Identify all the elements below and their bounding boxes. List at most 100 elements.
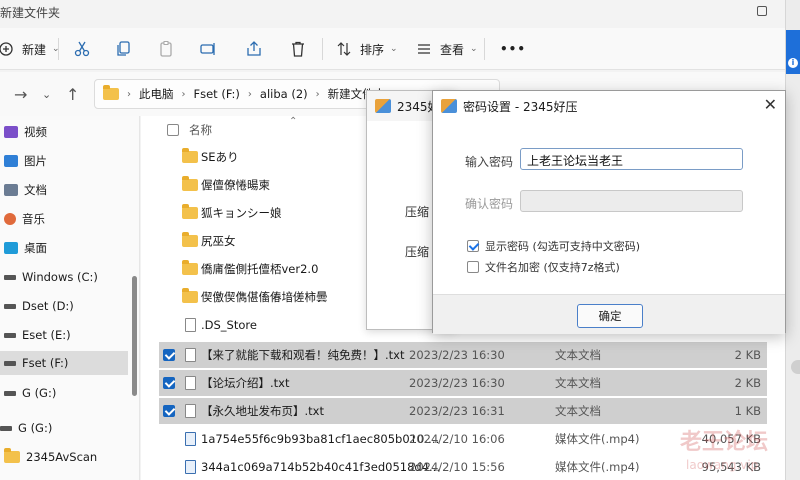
chevron-down-icon: ⌄ xyxy=(470,44,478,54)
text-file-icon xyxy=(184,404,196,418)
video-icon xyxy=(4,126,18,138)
paste-button[interactable] xyxy=(156,36,176,62)
chevron-down-icon[interactable]: ⌄ xyxy=(42,88,51,101)
row-checkbox[interactable] xyxy=(163,377,175,389)
new-button[interactable]: 新建 ⌄ xyxy=(0,36,60,62)
sidebar-item-label: Eset (E:) xyxy=(22,328,71,342)
share-button[interactable] xyxy=(244,36,264,62)
chevron-right-icon: › xyxy=(127,88,131,100)
cut-button[interactable] xyxy=(72,36,92,62)
watermark: 老王论坛 xyxy=(680,430,769,455)
row-checkbox[interactable] xyxy=(163,349,175,361)
sidebar-item-desktop[interactable]: 桌面 xyxy=(0,236,128,260)
sidebar-item-drive-g2[interactable]: G (G:) xyxy=(0,416,128,440)
row-checkbox[interactable] xyxy=(163,405,175,417)
close-icon[interactable]: ✕ xyxy=(764,95,777,114)
encrypt-filenames-option[interactable]: 文件名加密 (仅支持7z格式) xyxy=(467,259,620,275)
encrypt-filenames-checkbox[interactable] xyxy=(467,261,479,273)
file-date: 2023/2/23 16:30 xyxy=(409,376,505,390)
folder-icon xyxy=(182,232,198,247)
video-file-icon xyxy=(184,460,196,474)
view-button[interactable]: 查看 ⌄ xyxy=(414,36,478,62)
sidebar-item-drive-f[interactable]: Fset (F:) xyxy=(0,351,128,375)
file-date: 2024/2/10 15:56 xyxy=(409,460,505,474)
copy-button[interactable] xyxy=(114,36,134,62)
file-date: 2023/2/23 16:31 xyxy=(409,404,505,418)
file-type: 文本文档 xyxy=(555,404,601,418)
sidebar-item-label: G (G:) xyxy=(22,386,57,400)
sidebar-item-label: 音乐 xyxy=(22,212,45,226)
confirm-password-input[interactable] xyxy=(520,190,743,212)
encrypt-filenames-label: 文件名加密 (仅支持7z格式) xyxy=(485,261,620,274)
sidebar-item-pictures[interactable]: 图片 xyxy=(0,149,128,173)
sidebar-item-label: 桌面 xyxy=(24,241,47,255)
folder-icon xyxy=(182,204,198,219)
ok-button[interactable]: 确定 xyxy=(577,304,643,328)
sidebar-item-drive-c[interactable]: Windows (C:) xyxy=(0,265,128,289)
breadcrumb-item[interactable]: aliba (2) xyxy=(260,87,308,101)
command-bar: 新建 ⌄ 排序 ⌄ 查看 ⌄ ••• xyxy=(0,28,785,70)
folder-icon xyxy=(182,176,198,191)
side-handle[interactable] xyxy=(791,360,800,374)
file-name: 344a1c069a714b52b40c41f3ed0518d4... xyxy=(201,460,440,474)
forward-arrow-icon[interactable]: → xyxy=(14,85,27,104)
sidebar-item-videos[interactable]: 视频 xyxy=(0,120,128,144)
up-arrow-icon[interactable]: ↑ xyxy=(66,85,79,104)
show-password-option[interactable]: 显示密码 (勾选可支持中文密码) xyxy=(467,238,640,254)
plus-circle-icon xyxy=(0,39,16,59)
list-item[interactable]: 【永久地址发布页】.txt 2023/2/23 16:31 文本文档 1 KB xyxy=(159,398,767,424)
sort-chevron-icon: ⌃ xyxy=(289,116,298,127)
text-file-icon xyxy=(184,348,196,362)
column-header-name[interactable]: 名称 xyxy=(167,122,212,138)
sidebar-item-drive-e[interactable]: Eset (E:) xyxy=(0,323,128,347)
title-bar: 新建文件夹 xyxy=(0,0,800,26)
password-input[interactable]: 上老王论坛当老王 xyxy=(520,148,743,170)
show-password-checkbox[interactable] xyxy=(467,240,479,252)
pictures-icon xyxy=(4,155,18,167)
file-icon xyxy=(184,318,196,332)
list-item[interactable]: 1a754e55f6c9b93ba81cf1aec805b010.m... 20… xyxy=(159,426,767,452)
sidebar-item-documents[interactable]: 文档 xyxy=(0,178,128,202)
sidebar-item-drive-d[interactable]: Dset (D:) xyxy=(0,294,128,318)
file-name: 【永久地址发布页】.txt xyxy=(201,404,324,418)
view-list-icon xyxy=(414,39,434,59)
drive-icon xyxy=(4,360,16,366)
breadcrumb-item[interactable]: Fset (F:) xyxy=(194,87,240,101)
file-type: 文本文档 xyxy=(555,348,601,362)
sidebar-scrollbar[interactable] xyxy=(132,276,137,396)
navigation-pane: 视频 图片 文档 音乐 桌面 Windows (C:) Dset (D:) Es… xyxy=(0,116,140,480)
breadcrumb-item[interactable]: 此电脑 xyxy=(139,86,174,102)
sort-button[interactable]: 排序 ⌄ xyxy=(334,36,398,62)
dialog-body: 输入密码 上老王论坛当老王 确认密码 显示密码 (勾选可支持中文密码) 文件名加… xyxy=(433,121,785,294)
trash-icon xyxy=(288,39,308,59)
list-item[interactable]: 【来了就能下载和观看！纯免费！】.txt 2023/2/23 16:30 文本文… xyxy=(159,342,767,368)
select-all-checkbox[interactable] xyxy=(167,124,179,136)
sidebar-item-music[interactable]: 音乐 xyxy=(0,207,128,231)
scissors-icon xyxy=(72,39,92,59)
sidebar-item-label: Windows (C:) xyxy=(22,270,98,284)
show-password-label: 显示密码 (勾选可支持中文密码) xyxy=(485,240,641,253)
list-item[interactable]: 【论坛介绍】.txt 2023/2/23 16:30 文本文档 2 KB xyxy=(159,370,767,396)
divider xyxy=(322,38,323,60)
haozip-app-icon xyxy=(375,99,391,113)
desktop-icon xyxy=(4,242,18,254)
share-icon xyxy=(244,39,264,59)
file-size: 2 KB xyxy=(734,348,761,362)
haozip-app-icon xyxy=(441,99,457,113)
delete-button[interactable] xyxy=(288,36,308,62)
dialog-title: 密码设置 - 2345好压 xyxy=(463,99,578,114)
list-item[interactable]: 344a1c069a714b52b40c41f3ed0518d4... 2024… xyxy=(159,454,767,480)
sidebar-item-label: 文档 xyxy=(24,183,47,197)
rename-icon xyxy=(198,39,218,59)
file-name: 1a754e55f6c9b93ba81cf1aec805b010.m... xyxy=(201,432,441,446)
maximize-button[interactable] xyxy=(757,6,767,16)
sidebar-item-drive-g[interactable]: G (G:) xyxy=(0,381,128,405)
folder-icon xyxy=(182,288,198,303)
watermark-sub: laowang.vip xyxy=(686,458,759,472)
rename-button[interactable] xyxy=(198,36,218,62)
sidebar-item-label: G (G:) xyxy=(18,421,53,435)
password-dialog: 密码设置 - 2345好压 ✕ 输入密码 上老王论坛当老王 确认密码 显示密码 … xyxy=(432,90,786,334)
more-button[interactable]: ••• xyxy=(500,36,526,62)
compress-label: 压缩 xyxy=(405,245,430,259)
sidebar-item-2345avscan[interactable]: 2345AvScan xyxy=(0,445,128,469)
